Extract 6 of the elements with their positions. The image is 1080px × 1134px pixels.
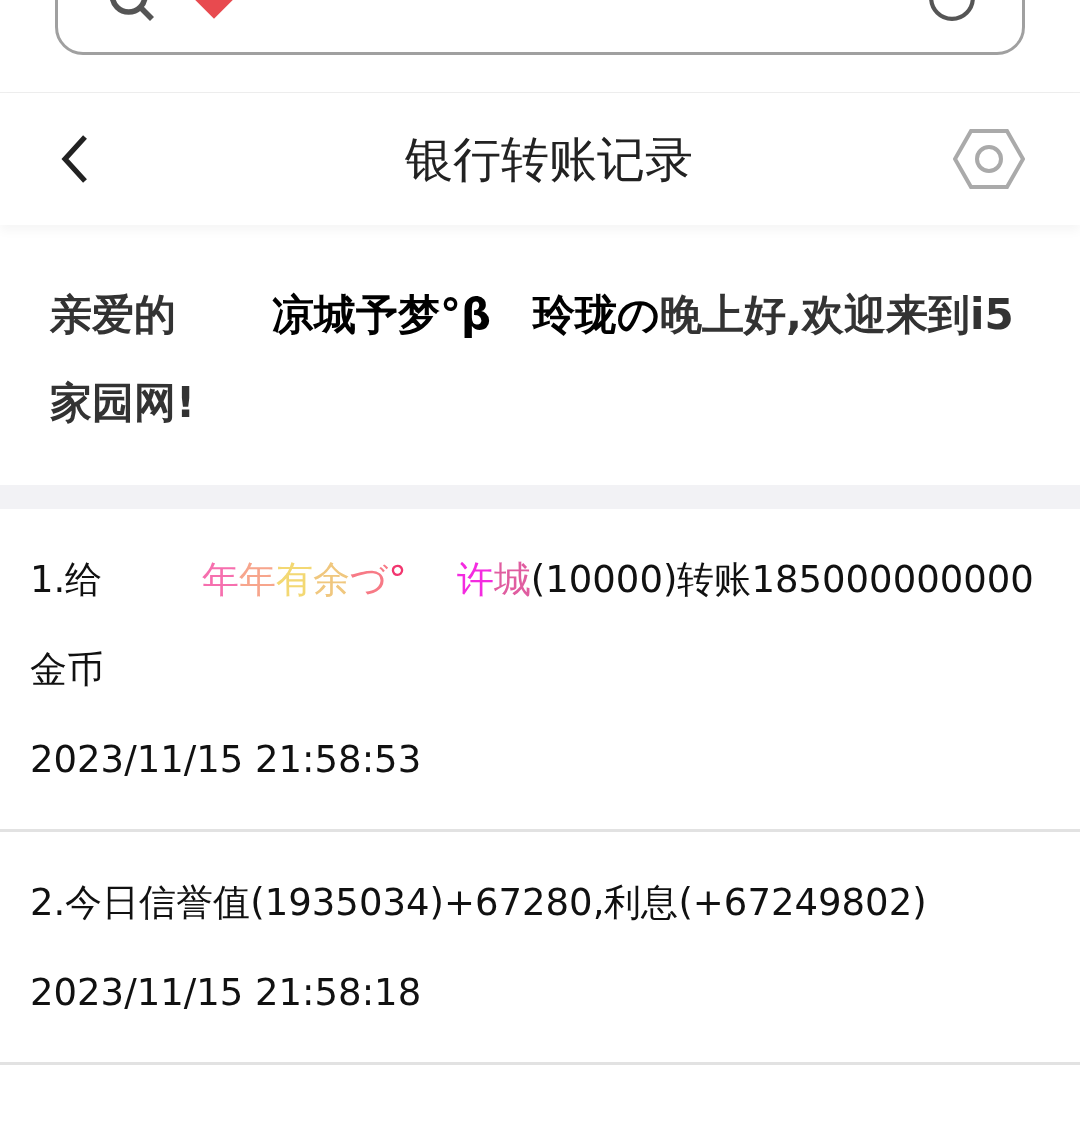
record-time: 2023/11/15 21:58:18 [30,970,423,1016]
page-title: 银行转账记录 [404,130,694,189]
greeting-text: 亲爱的 凉城予梦°β 玲珑の晚上好,欢迎来到i5家园网! [50,289,1015,429]
record-time: 2023/11/15 21:58:53 [30,737,423,783]
record-text: 1.给 年年有余づ° 许城(10000)转账185000000000金币 [30,557,1035,693]
record-text: 2.今日信誉值(1935034)+67280,利息(+67249802) [30,880,928,926]
